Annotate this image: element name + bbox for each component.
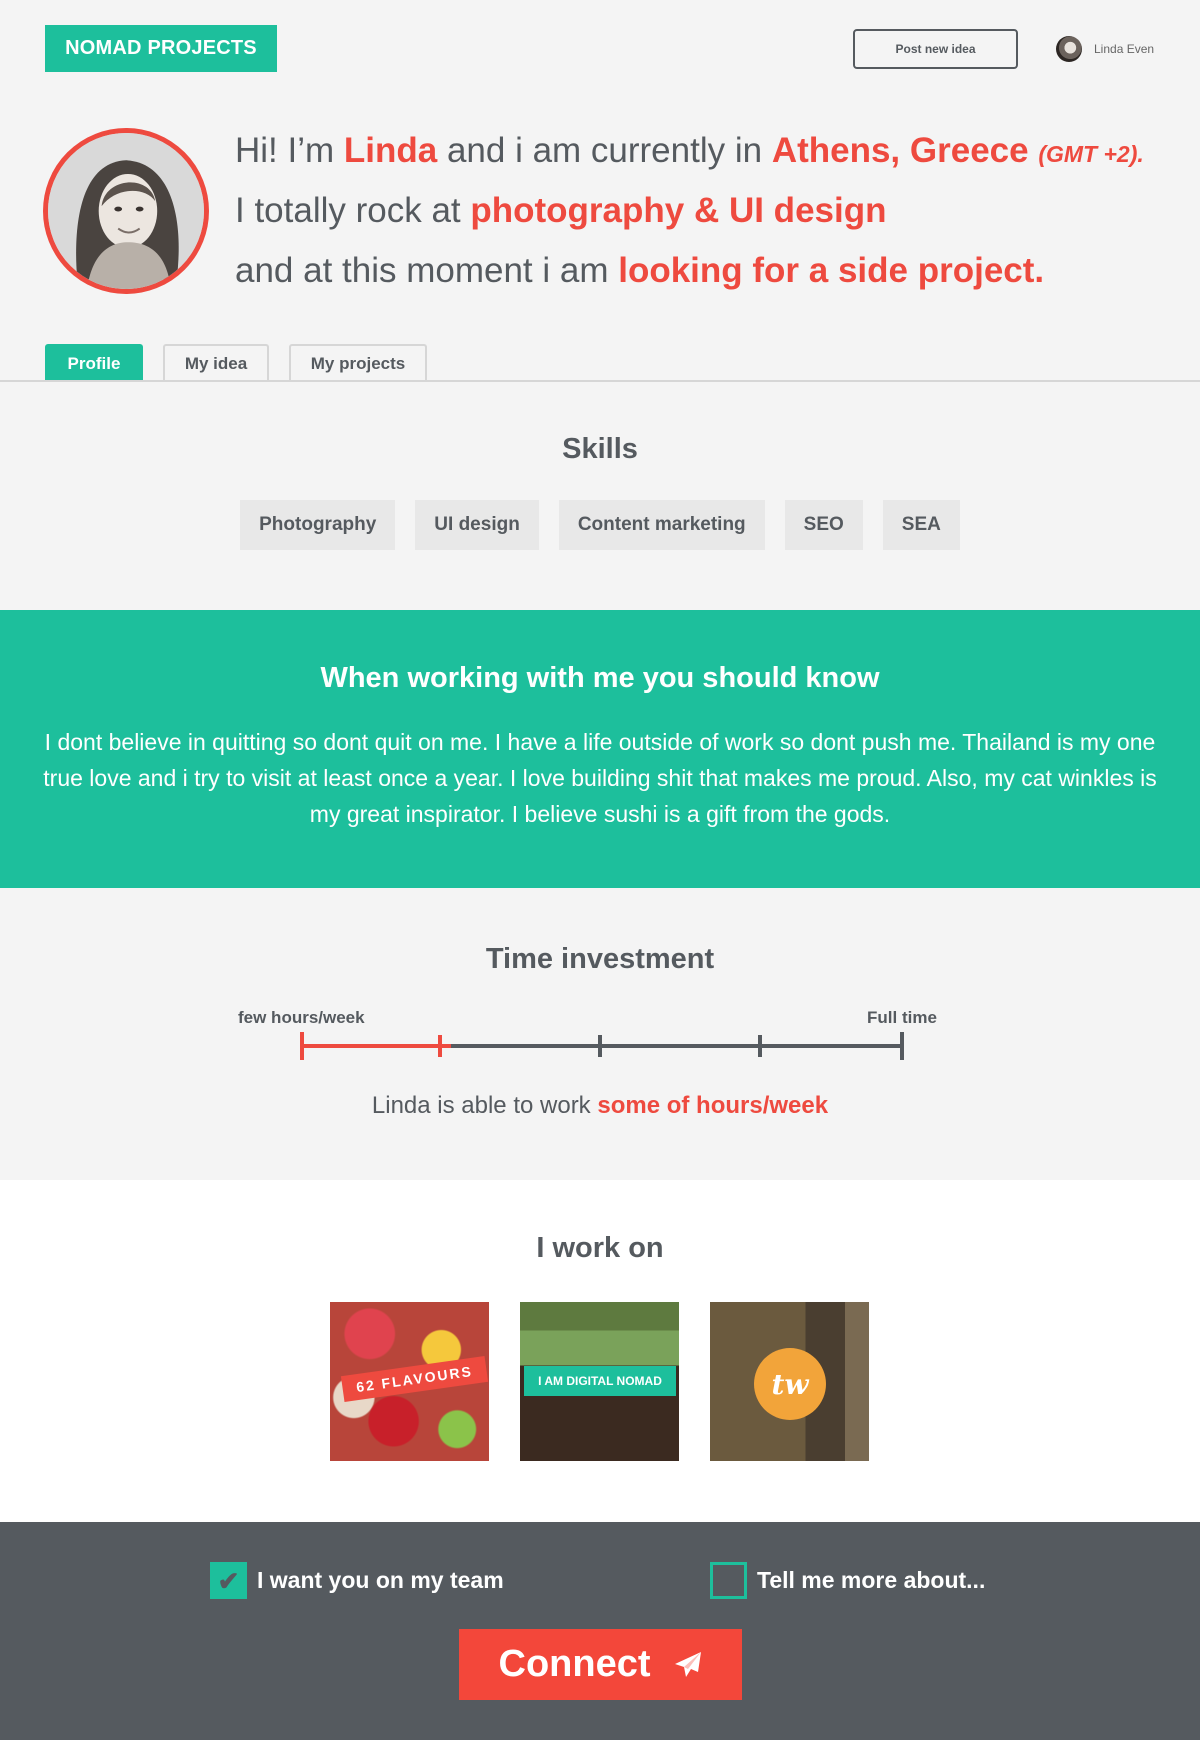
tab-profile[interactable]: Profile bbox=[45, 344, 143, 381]
work-on-section: I work on 62 FLAVOURS I AM DIGITAL NOMAD… bbox=[0, 1180, 1200, 1522]
connect-label: Connect bbox=[498, 1643, 651, 1685]
working-with-me-text: I dont believe in quitting so dont quit … bbox=[43, 729, 1157, 827]
checkbox-label: I want you on my team bbox=[257, 1567, 504, 1593]
profile-photo bbox=[43, 128, 209, 294]
intro-location: Athens, Greece bbox=[771, 131, 1029, 170]
project-thumbnail-tw[interactable]: tw bbox=[710, 1302, 869, 1461]
slider-tick bbox=[758, 1035, 762, 1057]
avatar[interactable] bbox=[1056, 36, 1082, 62]
project-thumbnail-62-flavours[interactable]: 62 FLAVOURS bbox=[330, 1302, 489, 1461]
intro-name: Linda bbox=[343, 131, 438, 170]
skills-list: Photography UI design Content marketing … bbox=[0, 500, 1200, 550]
skill-tag: Photography bbox=[240, 500, 396, 550]
intro-status: looking for a side project. bbox=[618, 251, 1045, 290]
logo[interactable]: NOMAD PROJECTS bbox=[45, 25, 277, 72]
tab-my-projects[interactable]: My projects bbox=[289, 344, 427, 381]
scale-min-label: few hours/week bbox=[238, 1008, 365, 1027]
checkmark-icon[interactable]: ✔ bbox=[210, 1562, 247, 1599]
slider-tick bbox=[300, 1032, 304, 1060]
tabs-divider bbox=[0, 380, 1200, 382]
project-thumbnails: 62 FLAVOURS I AM DIGITAL NOMAD tw bbox=[330, 1302, 869, 1461]
intro-text: and at this moment i am bbox=[235, 251, 619, 290]
availability-sentence: Linda is able to work some of hours/week bbox=[0, 1092, 1200, 1120]
profile-tabs: Profile My idea My projects bbox=[45, 344, 427, 381]
intro-statement: Hi! I’m Linda and i am currently in Athe… bbox=[235, 126, 1175, 306]
availability-text: Linda is able to work bbox=[371, 1092, 598, 1119]
skill-tag: SEA bbox=[882, 500, 960, 550]
time-slider-track[interactable] bbox=[300, 1044, 904, 1048]
intro-line-location: Hi! I’m Linda and i am currently in Athe… bbox=[235, 126, 1175, 186]
skill-tag: Content marketing bbox=[558, 500, 765, 550]
profile-portrait-image bbox=[48, 133, 204, 289]
time-investment-title: Time investment bbox=[485, 943, 715, 975]
project-label: 62 FLAVOURS bbox=[340, 1356, 489, 1402]
empty-checkbox-icon[interactable] bbox=[710, 1562, 747, 1599]
want-on-team-checkbox[interactable]: ✔ I want you on my team bbox=[210, 1562, 504, 1599]
intro-text: Hi! I’m bbox=[235, 131, 344, 170]
paper-plane-icon bbox=[674, 1651, 701, 1677]
time-slider-fill bbox=[300, 1044, 451, 1048]
user-name: Linda Even bbox=[1094, 42, 1155, 56]
intro-timezone: (GMT +2). bbox=[1038, 141, 1144, 167]
skill-tag: UI design bbox=[415, 500, 539, 550]
connect-button[interactable]: Connect bbox=[459, 1629, 742, 1700]
intro-line-skills: I totally rock at photography & UI desig… bbox=[235, 186, 1175, 246]
slider-tick bbox=[900, 1032, 904, 1060]
connect-footer: ✔ I want you on my team Tell me more abo… bbox=[0, 1522, 1200, 1740]
availability-value: some of hours/week bbox=[597, 1092, 829, 1119]
working-with-me-section: When working with me you should know I d… bbox=[0, 610, 1200, 888]
project-thumbnail-digital-nomad[interactable]: I AM DIGITAL NOMAD bbox=[520, 1302, 679, 1461]
work-on-title: I work on bbox=[536, 1232, 664, 1264]
slider-tick bbox=[598, 1035, 602, 1057]
working-with-me-title: When working with me you should know bbox=[320, 662, 880, 694]
project-label: I AM DIGITAL NOMAD bbox=[524, 1366, 676, 1396]
intro-text: I totally rock at bbox=[235, 191, 471, 230]
scale-max-label: Full time bbox=[867, 1008, 937, 1027]
tell-me-more-checkbox[interactable]: Tell me more about... bbox=[710, 1562, 985, 1599]
tab-my-idea[interactable]: My idea bbox=[163, 344, 269, 381]
intro-line-status: and at this moment i am looking for a si… bbox=[235, 246, 1175, 306]
slider-handle[interactable] bbox=[438, 1035, 442, 1057]
post-new-idea-button[interactable]: Post new idea bbox=[853, 29, 1018, 69]
checkbox-label: Tell me more about... bbox=[757, 1567, 986, 1593]
project-logo: tw bbox=[754, 1348, 826, 1420]
intro-skills: photography & UI design bbox=[470, 191, 887, 230]
skills-title: Skills bbox=[562, 433, 638, 465]
skill-tag: SEO bbox=[784, 500, 863, 550]
user-menu[interactable]: Linda Even bbox=[1056, 36, 1154, 62]
intro-text: and i am currently in bbox=[437, 131, 772, 170]
